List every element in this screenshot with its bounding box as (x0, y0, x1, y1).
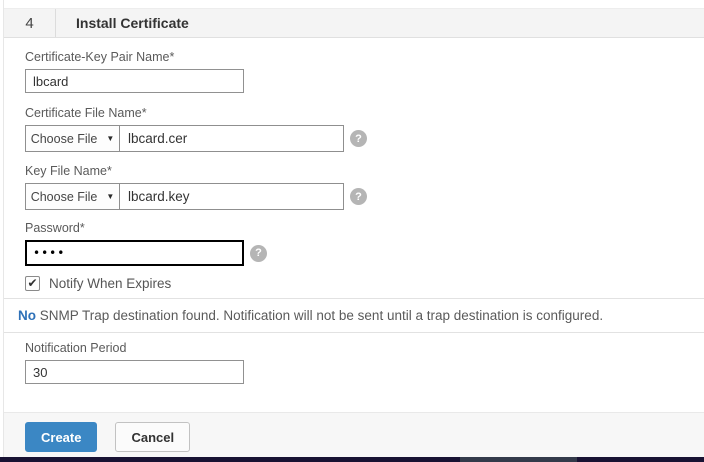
choose-file-button-label: Choose File (31, 132, 98, 146)
cert-file-row: Choose File ▼ lbcard.cer ? (25, 125, 704, 152)
bottom-window-edge (0, 457, 704, 462)
cancel-button[interactable]: Cancel (115, 422, 190, 452)
password-row: ? (25, 240, 704, 266)
key-file-choose-button[interactable]: Choose File ▼ (26, 184, 120, 209)
cert-key-pair-label: Certificate-Key Pair Name* (25, 50, 704, 64)
chevron-down-icon: ▼ (106, 193, 114, 201)
form-body: Certificate-Key Pair Name* Certificate F… (4, 38, 704, 291)
notify-when-expires-checkbox[interactable]: ✔ (25, 276, 40, 291)
notification-period-section: Notification Period (4, 341, 704, 384)
snmp-notice-text: SNMP Trap destination found. Notificatio… (36, 308, 603, 323)
notify-when-expires-label: Notify When Expires (49, 276, 171, 291)
notification-period-input[interactable] (25, 360, 244, 384)
step-number: 4 (4, 9, 56, 37)
cert-file-name-value[interactable]: lbcard.cer (120, 126, 343, 151)
notify-when-expires-row: ✔ Notify When Expires (25, 275, 704, 291)
notification-period-label: Notification Period (25, 341, 704, 355)
password-label: Password* (25, 221, 704, 235)
key-file-name-value[interactable]: lbcard.key (120, 184, 343, 209)
cert-key-pair-input[interactable] (25, 69, 244, 93)
footer-actions: Create Cancel (4, 412, 704, 457)
help-icon[interactable]: ? (350, 188, 367, 205)
cert-file-label: Certificate File Name* (25, 106, 704, 120)
create-button[interactable]: Create (25, 422, 97, 452)
snmp-notice-highlight: No (18, 308, 36, 323)
help-icon[interactable]: ? (350, 130, 367, 147)
install-certificate-panel: 4 Install Certificate Certificate-Key Pa… (3, 0, 704, 457)
key-file-label: Key File Name* (25, 164, 704, 178)
page-title: Install Certificate (56, 9, 189, 37)
step-header: 4 Install Certificate (4, 8, 704, 38)
snmp-trap-notice: No SNMP Trap destination found. Notifica… (4, 298, 704, 333)
chevron-down-icon: ▼ (106, 135, 114, 143)
password-field[interactable] (25, 240, 244, 266)
cert-file-combo: Choose File ▼ lbcard.cer (25, 125, 344, 152)
key-file-row: Choose File ▼ lbcard.key ? (25, 183, 704, 210)
choose-file-button-label: Choose File (31, 190, 98, 204)
cert-file-choose-button[interactable]: Choose File ▼ (26, 126, 120, 151)
help-icon[interactable]: ? (250, 245, 267, 262)
bottom-window-edge-segment (460, 457, 577, 462)
key-file-combo: Choose File ▼ lbcard.key (25, 183, 344, 210)
